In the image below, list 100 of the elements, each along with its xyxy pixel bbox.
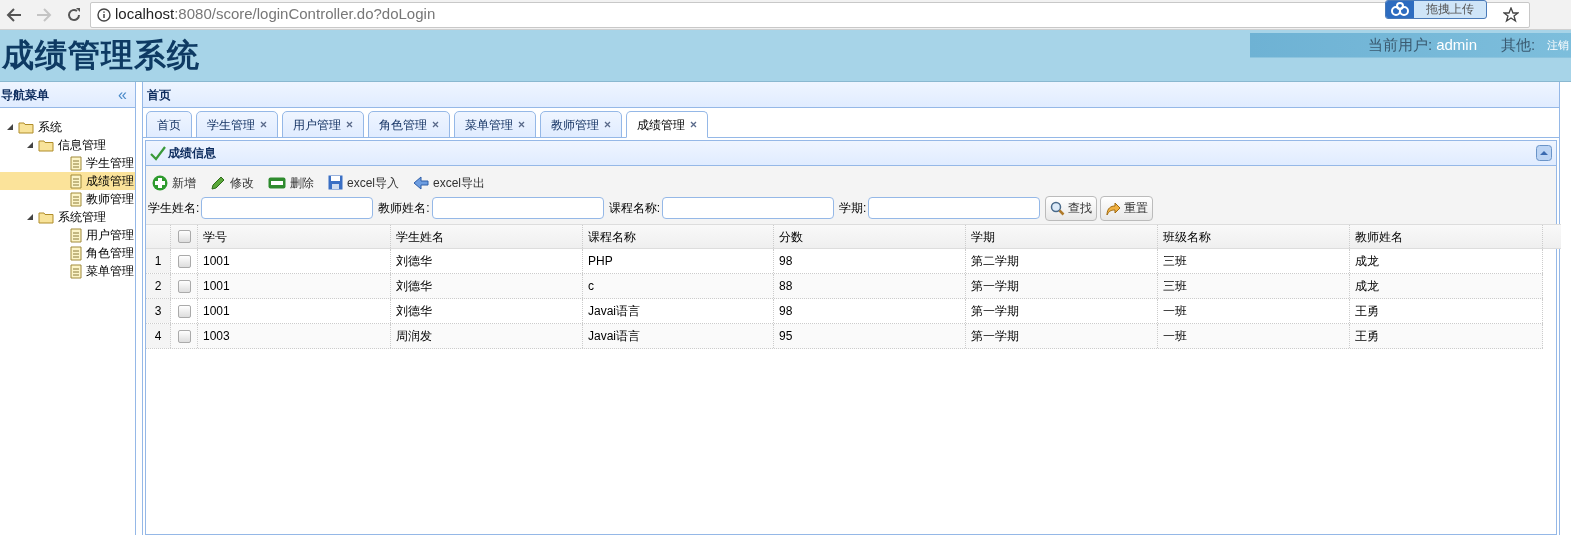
- toolbar-button[interactable]: excel导出: [413, 173, 486, 192]
- username: admin: [1436, 34, 1478, 55]
- expand-arrow-icon[interactable]: [26, 141, 34, 149]
- search-field[interactable]: [868, 197, 1041, 219]
- field-label: 学生姓名:: [148, 200, 200, 217]
- minus-icon: [268, 176, 286, 189]
- row-number: 3: [154, 303, 162, 320]
- document-icon: [70, 155, 82, 171]
- toolbar-button[interactable]: 删除: [268, 173, 314, 192]
- column-header[interactable]: 分数: [779, 227, 803, 246]
- select-all-checkbox[interactable]: [177, 230, 191, 243]
- document-icon: [70, 191, 82, 207]
- table-cell-text: c: [588, 278, 594, 295]
- table-cell-text: 1001: [203, 253, 230, 270]
- close-icon[interactable]: [690, 121, 697, 128]
- table-cell-text: 1001: [203, 303, 230, 320]
- breadcrumb: 首页: [147, 86, 171, 104]
- field-label: 课程名称:: [608, 200, 661, 217]
- tab[interactable]: 学生管理: [196, 111, 278, 138]
- table-cell-text: 第二学期: [971, 253, 1019, 270]
- row-number: 4: [154, 328, 162, 345]
- column-header[interactable]: 班级名称: [1163, 227, 1211, 246]
- table-cell-text: 第一学期: [971, 278, 1019, 295]
- search-button[interactable]: 重置: [1100, 195, 1154, 221]
- row-checkbox[interactable]: [177, 329, 191, 343]
- table-cell-text: 成龙: [1355, 253, 1379, 270]
- tree-item[interactable]: 系统: [38, 118, 62, 136]
- column-header[interactable]: 课程名称: [588, 227, 636, 246]
- curved-arrow-icon: [1105, 200, 1122, 216]
- check-mark-icon: [150, 145, 166, 161]
- table-cell-text: 王勇: [1355, 328, 1379, 345]
- tree-item[interactable]: 教师管理: [86, 190, 134, 208]
- folder-icon: [38, 210, 54, 224]
- panel-title: 成绩信息: [168, 145, 216, 162]
- toolbar-button[interactable]: excel导入: [328, 173, 399, 192]
- star-icon[interactable]: [1503, 6, 1519, 23]
- tree-item[interactable]: 系统管理: [58, 208, 106, 226]
- row-number: 2: [154, 278, 162, 295]
- field-label: 学期:: [839, 200, 867, 217]
- table-cell-text: 三班: [1163, 278, 1187, 295]
- nav-title: 导航菜单: [1, 86, 49, 104]
- toolbar-button[interactable]: 新增: [152, 173, 196, 192]
- tree-item[interactable]: 用户管理: [86, 226, 134, 244]
- tab[interactable]: 用户管理: [282, 111, 364, 138]
- table-cell-text: 1003: [203, 328, 230, 345]
- close-icon[interactable]: [518, 121, 525, 128]
- table-cell-text: 第一学期: [971, 328, 1019, 345]
- row-checkbox[interactable]: [177, 304, 191, 318]
- table-cell-text: 95: [779, 328, 793, 345]
- close-icon[interactable]: [260, 121, 267, 128]
- close-icon[interactable]: [346, 121, 353, 128]
- table-cell-text: 1001: [203, 278, 230, 295]
- address-bar[interactable]: localhost:8080/score/loginController.do?doLogin 拖拽上传: [90, 1, 1530, 28]
- column-header[interactable]: 学号: [203, 227, 227, 246]
- tree-item[interactable]: 角色管理: [86, 244, 134, 262]
- field-label: 教师姓名:: [378, 200, 430, 217]
- table-cell-text: 刘德华: [396, 278, 432, 295]
- url-text: localhost:8080/score/loginController.do?doLogin: [115, 4, 436, 25]
- table-cell-text: 成龙: [1355, 278, 1379, 295]
- tab[interactable]: 成绩管理: [626, 111, 708, 138]
- search-field[interactable]: [201, 197, 374, 219]
- table-cell-text: 刘德华: [396, 253, 432, 270]
- tree-item[interactable]: 学生管理: [86, 154, 134, 172]
- search-field[interactable]: [662, 197, 835, 219]
- expand-arrow-icon[interactable]: [26, 213, 34, 221]
- document-icon: [70, 227, 82, 243]
- collapse-icon[interactable]: [1536, 145, 1552, 161]
- search-field[interactable]: [431, 197, 604, 219]
- row-checkbox[interactable]: [177, 279, 191, 293]
- table-cell-text: 王勇: [1355, 303, 1379, 320]
- tree-item[interactable]: 信息管理: [58, 136, 106, 154]
- close-icon[interactable]: [604, 121, 611, 128]
- search-icon: [1050, 200, 1066, 216]
- expand-arrow-icon[interactable]: [6, 123, 14, 131]
- plus-icon: [152, 174, 168, 191]
- back-icon[interactable]: [6, 6, 22, 23]
- search-button[interactable]: 查找: [1045, 195, 1098, 221]
- column-header[interactable]: 学期: [971, 227, 995, 246]
- table-cell-text: 第一学期: [971, 303, 1019, 320]
- close-icon[interactable]: [432, 121, 439, 128]
- folder-icon: [18, 120, 34, 134]
- reload-icon[interactable]: [66, 6, 82, 23]
- column-header[interactable]: 学生姓名: [396, 227, 444, 246]
- tab[interactable]: 首页: [146, 111, 192, 138]
- tree-item[interactable]: 菜单管理: [86, 262, 134, 280]
- toolbar-button[interactable]: 修改: [210, 173, 254, 192]
- row-number: 1: [154, 253, 162, 270]
- row-checkbox[interactable]: [177, 254, 191, 268]
- column-header[interactable]: 教师姓名: [1355, 227, 1403, 246]
- tab[interactable]: 教师管理: [540, 111, 622, 138]
- tab[interactable]: 菜单管理: [454, 111, 536, 138]
- table-cell-text: 一班: [1163, 328, 1187, 345]
- left-arrow-icon: [413, 175, 429, 190]
- table-cell-text: 周润发: [396, 328, 432, 345]
- extension-button[interactable]: 拖拽上传: [1385, 0, 1487, 19]
- pencil-icon: [210, 174, 226, 191]
- tab[interactable]: 角色管理: [368, 111, 450, 138]
- other-label: 其他:: [1501, 34, 1536, 55]
- current-user-label: 当前用户:: [1368, 34, 1433, 55]
- table-cell-text: 98: [779, 253, 793, 270]
